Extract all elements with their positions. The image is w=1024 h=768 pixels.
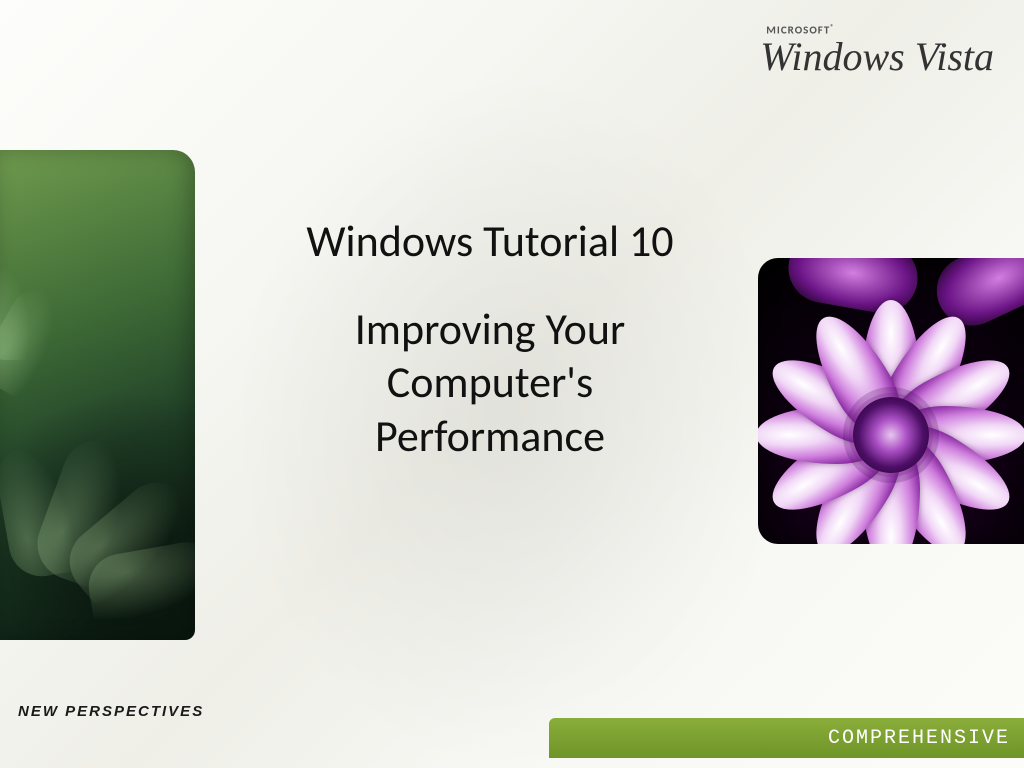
footer-bar: COMPREHENSIVE — [549, 718, 1024, 758]
flower-core-icon — [853, 397, 929, 473]
title-gap — [230, 269, 750, 303]
title-line-4: Performance — [230, 410, 750, 464]
title-line-2: Improving Your — [230, 303, 750, 357]
tagline: NEW PERSPECTIVES — [18, 703, 204, 720]
title-block: Windows Tutorial 10 Improving Your Compu… — [230, 215, 750, 464]
right-decorative-panel — [758, 258, 1024, 544]
slide: MICROSOFT® Windows Vista Windows Tutoria… — [0, 0, 1024, 768]
flower-icon — [891, 435, 892, 436]
brand-block: MICROSOFT® Windows Vista — [760, 22, 994, 80]
title-line-3: Computer's — [230, 356, 750, 410]
brand-large: Windows Vista — [760, 33, 994, 80]
left-decorative-panel — [0, 150, 195, 640]
title-line-1: Windows Tutorial 10 — [230, 215, 750, 269]
leaf-icon — [0, 264, 30, 360]
brand-registered: ® — [830, 22, 835, 31]
footer-label: COMPREHENSIVE — [828, 727, 1010, 750]
